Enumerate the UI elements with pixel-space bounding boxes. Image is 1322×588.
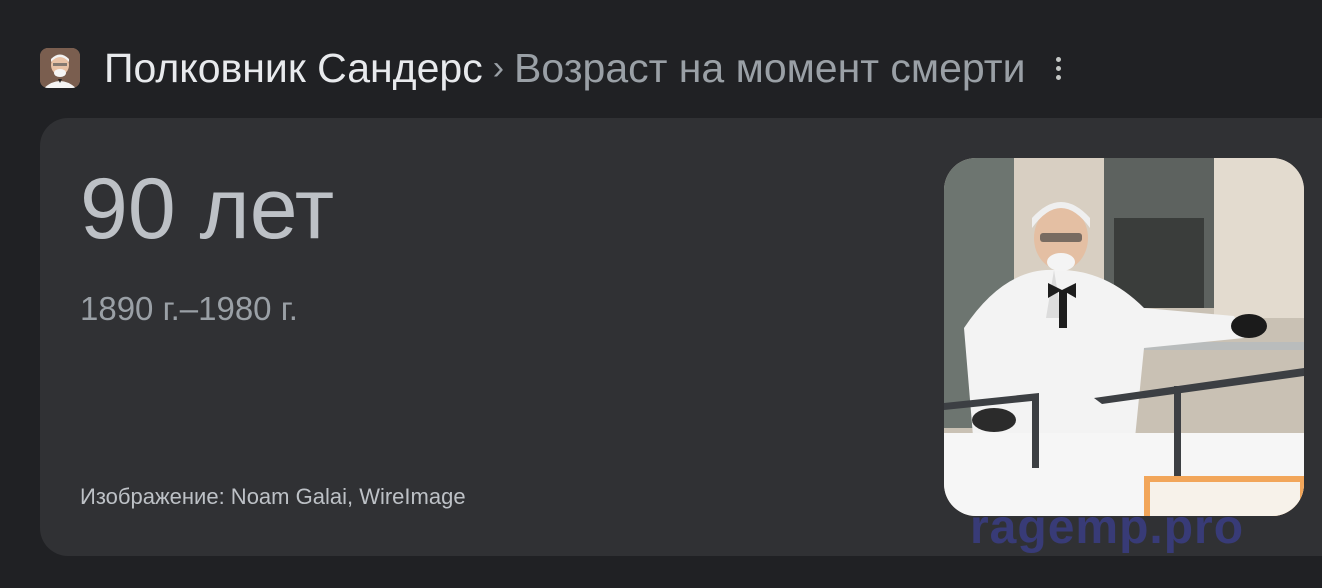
entity-title[interactable]: Полковник Сандерс [104,45,483,92]
attribute-title: Возраст на момент смерти [514,44,1026,91]
life-years: 1890 г.–1980 г. [80,290,298,327]
answer-card: 90 лет 1890 г.–1980 г. Изображение: Noam… [40,118,1322,556]
knowledge-header: Полковник Сандерс › Возраст на момент см… [40,40,1066,96]
more-options-icon[interactable] [1052,52,1066,84]
age-answer: 90 лет [80,161,335,257]
breadcrumb-separator: › [492,49,505,87]
colonel-sanders-photo[interactable] [944,158,1304,516]
colonel-sanders-avatar[interactable] [40,48,80,88]
image-credit[interactable]: Изображение: Noam Galai, WireImage [80,484,466,510]
watermark-text: ragemp.pro [970,501,1245,554]
photo-illustration [944,158,1304,516]
avatar-portrait-image [40,48,80,88]
